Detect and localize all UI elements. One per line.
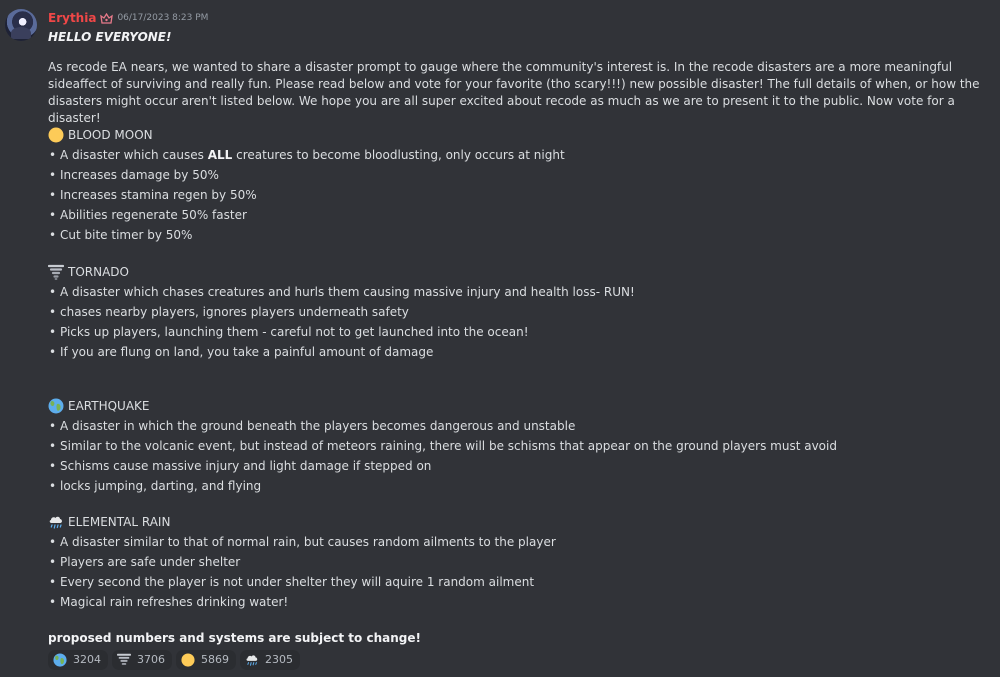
globe-icon <box>48 398 64 414</box>
intro-paragraph: As recode EA nears, we wanted to share a… <box>48 60 980 125</box>
list-item: Picks up players, launching them - caref… <box>48 322 993 342</box>
list-item: chases nearby players, ignores players u… <box>48 302 993 322</box>
globe-icon <box>53 653 67 667</box>
list-item: A disaster which chases creatures and hu… <box>48 282 993 302</box>
reaction-tornado-button[interactable]: 3706 <box>112 650 172 670</box>
section-elemental-rain: ELEMENTAL RAIN A disaster similar to tha… <box>48 512 993 612</box>
list-item: Increases damage by 50% <box>48 165 993 185</box>
disclaimer-text: proposed numbers and systems are subject… <box>48 631 421 645</box>
list-item: A disaster in which the ground beneath t… <box>48 416 993 436</box>
reaction-globe-button[interactable]: 3204 <box>48 650 108 670</box>
list-item: A disaster which causes ALL creatures to… <box>48 145 993 165</box>
message-timestamp[interactable]: 06/17/2023 8:23 PM <box>117 8 208 28</box>
reaction-rain-cloud-button[interactable]: 2305 <box>240 650 300 670</box>
section-earthquake: EARTHQUAKE A disaster in which the groun… <box>48 396 993 496</box>
reaction-count: 3706 <box>137 653 165 666</box>
tornado-icon <box>117 653 131 667</box>
list-item: A disaster similar to that of normal rai… <box>48 532 993 552</box>
yellow-circle-icon <box>48 127 64 143</box>
reaction-count: 2305 <box>265 653 293 666</box>
reactions-bar: 3204 3706 5869 2305 <box>48 650 300 670</box>
reaction-count: 5869 <box>201 653 229 666</box>
list-item: Magical rain refreshes drinking water! <box>48 592 993 612</box>
section-title: TORNADO <box>68 265 129 279</box>
bullet-list: A disaster similar to that of normal rai… <box>48 532 993 612</box>
bullet-list: A disaster in which the ground beneath t… <box>48 416 993 496</box>
section-title: EARTHQUAKE <box>68 399 150 413</box>
yellow-circle-icon <box>181 653 195 667</box>
section-title: BLOOD MOON <box>68 128 153 142</box>
role-badge-icon <box>100 12 114 24</box>
list-item: Cut bite timer by 50% <box>48 225 993 245</box>
section-tornado: TORNADO A disaster which chases creature… <box>48 262 993 362</box>
reaction-yellow-circle-button[interactable]: 5869 <box>176 650 236 670</box>
user-avatar[interactable] <box>5 9 37 41</box>
reaction-count: 3204 <box>73 653 101 666</box>
section-blood-moon: BLOOD MOON A disaster which causes ALL c… <box>48 125 993 245</box>
chat-message: Erythia 06/17/2023 8:23 PM HELLO EVERYON… <box>0 0 1000 677</box>
greeting-text: HELLO EVERYONE! <box>48 30 172 44</box>
username[interactable]: Erythia <box>48 8 96 28</box>
message-header: Erythia 06/17/2023 8:23 PM <box>48 8 208 28</box>
message-content: HELLO EVERYONE! As recode EA nears, we w… <box>48 27 993 612</box>
list-item: Every second the player is not under she… <box>48 572 993 592</box>
list-item: locks jumping, darting, and flying <box>48 476 993 496</box>
tornado-icon <box>48 264 64 280</box>
list-item: Schisms cause massive injury and light d… <box>48 456 993 476</box>
bullet-list: A disaster which chases creatures and hu… <box>48 282 993 362</box>
rain-cloud-icon <box>48 514 64 530</box>
rain-cloud-icon <box>245 653 259 667</box>
list-item: Increases stamina regen by 50% <box>48 185 993 205</box>
list-item: If you are flung on land, you take a pai… <box>48 342 993 362</box>
section-title: ELEMENTAL RAIN <box>68 515 171 529</box>
list-item: Similar to the volcanic event, but inste… <box>48 436 993 456</box>
list-item: Players are safe under shelter <box>48 552 993 572</box>
bullet-list: A disaster which causes ALL creatures to… <box>48 145 993 245</box>
list-item: Abilities regenerate 50% faster <box>48 205 993 225</box>
